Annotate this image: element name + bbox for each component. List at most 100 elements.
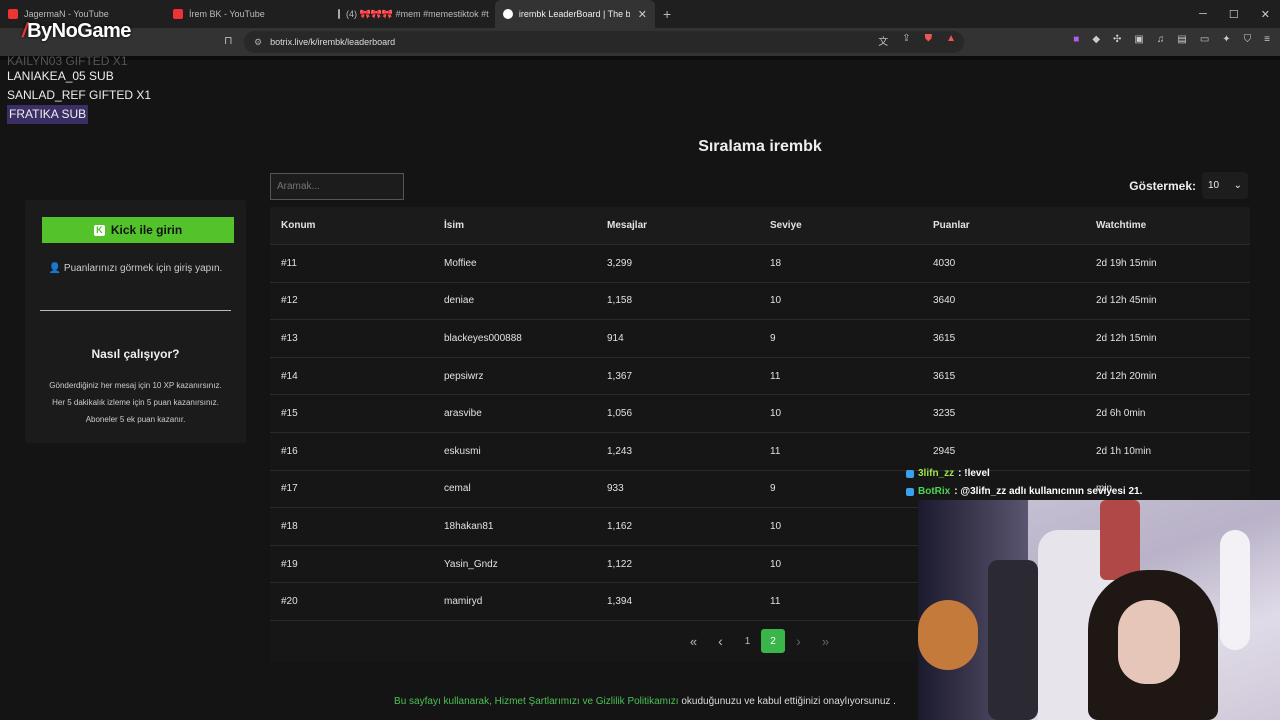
bynogame-logo: /ByNoGame	[22, 20, 131, 43]
table-cell: #18	[281, 520, 298, 532]
column-header[interactable]: Konum	[270, 220, 433, 231]
chat-user: BotRix	[918, 486, 951, 497]
next-page-button[interactable]: ›	[785, 629, 812, 653]
terms-link[interactable]: Bu sayfayı kullanarak, Hizmet Şartlarımı…	[394, 696, 679, 707]
puzzle-icon[interactable]: ✣	[1113, 34, 1121, 45]
table-cell: #12	[281, 295, 298, 307]
table-cell: #20	[281, 596, 298, 608]
maximize-icon[interactable]: ☐	[1229, 8, 1239, 21]
table-cell: 18hakan81	[444, 520, 494, 532]
table-cell: 10	[770, 295, 782, 307]
tab-tiktok[interactable]: (4) 🎀🎀🎀 #mem #memestiktok #t	[330, 0, 495, 28]
tab-title: irembk LeaderBoard | The best C	[518, 9, 630, 19]
table-cell: cemal	[444, 483, 471, 495]
minimize-icon[interactable]: ─	[1199, 8, 1207, 20]
table-cell: 2d 19h 15min	[1096, 257, 1157, 269]
table-cell: mamiryd	[444, 596, 483, 608]
alert-item: LANIAKEA_05 SUB	[7, 69, 114, 83]
window-controls: ─ ☐ ✕	[1199, 0, 1270, 28]
tab-title: JagermaN - YouTube	[24, 9, 109, 19]
user-icon: 👤	[48, 263, 62, 274]
table-cell: arasvibe	[444, 408, 482, 420]
screenshot-icon[interactable]: ▣	[1134, 34, 1143, 45]
page-size-control: Göstermek: 10 ⌄	[1129, 172, 1248, 199]
alert-item-highlight: FRATIKA SUB	[7, 105, 89, 124]
page-1-button[interactable]: 1	[734, 629, 761, 653]
table-cell: 1,394	[607, 596, 633, 608]
table-cell: #19	[281, 558, 298, 570]
table-cell: 1,056	[607, 408, 633, 420]
column-header[interactable]: Puanlar	[922, 220, 1085, 231]
tiktok-icon	[338, 9, 340, 19]
badge-icon	[906, 470, 914, 478]
table-cell: 2d 12h 20min	[1096, 370, 1157, 382]
tab-youtube-irem[interactable]: İrem BK - YouTube	[165, 0, 330, 28]
current-page-button[interactable]: 2	[761, 629, 785, 653]
table-cell: 4030	[933, 257, 956, 269]
table-row: #15 arasvibe 1,056 10 3235 2d 6h 0min	[270, 395, 1250, 433]
login-hint-text: Puanlarınızı görmek için giriş yapın.	[63, 263, 223, 274]
webcam-overlay	[918, 500, 1280, 720]
table-header: Konum İsim Mesajlar Seviye Puanlar Watch…	[270, 207, 1250, 245]
chat-overlay: 3lifn_zz : !level BotRix : @3lifn_zz adl…	[906, 465, 1142, 501]
stream-alerts: KAILYN03 GIFTED X1 LANIAKEA_05 SUB SANLA…	[6, 55, 152, 124]
first-page-button[interactable]: «	[680, 629, 707, 653]
chat-message: 3lifn_zz : !level	[906, 465, 1142, 483]
prev-page-button[interactable]: ‹	[707, 629, 734, 653]
close-window-icon[interactable]: ✕	[1261, 8, 1270, 21]
page-size-value: 10	[1208, 180, 1220, 191]
column-header[interactable]: Watchtime	[1085, 220, 1250, 231]
login-panel: K Kick ile girin 👤 Puanlarınızı görmek i…	[25, 200, 246, 443]
table-cell: 10	[770, 558, 782, 570]
table-cell: 933	[607, 483, 624, 495]
page-title: Sıralama irembk	[698, 138, 822, 155]
table-cell: #13	[281, 332, 298, 344]
wallet-icon[interactable]: ▭	[1200, 34, 1209, 45]
table-cell: 3640	[933, 295, 956, 307]
table-cell: 2d 6h 0min	[1096, 408, 1146, 420]
translate-icon[interactable]: 文	[878, 33, 888, 48]
table-row: #14 pepsiwrz 1,367 11 3615 2d 12h 20min	[270, 358, 1250, 396]
chat-message: BotRix : @3lifn_zz adlı kullanıcının sev…	[906, 483, 1142, 501]
leo-icon[interactable]: ✦	[1222, 34, 1230, 45]
column-header[interactable]: Seviye	[759, 220, 922, 231]
table-row: #11 Moffiee 3,299 18 4030 2d 19h 15min	[270, 245, 1250, 283]
rewards-icon[interactable]: ▲	[946, 33, 956, 48]
table-cell: deniae	[444, 295, 475, 307]
site-info-icon[interactable]: ⚙	[254, 37, 262, 48]
close-tab-icon[interactable]: ✕	[638, 8, 647, 21]
column-header[interactable]: İsim	[433, 220, 596, 231]
table-cell: 1,162	[607, 520, 633, 532]
table-cell: #14	[281, 370, 298, 382]
extension-icon[interactable]: ■	[1073, 34, 1079, 45]
table-cell: blackeyes000888	[444, 332, 522, 344]
page-size-select[interactable]: 10 ⌄	[1202, 172, 1248, 199]
table-cell: 2d 1h 10min	[1096, 445, 1152, 457]
media-icon[interactable]: ♫	[1157, 34, 1165, 45]
vpn-icon[interactable]: ⛉	[1244, 34, 1252, 45]
brave-shield-icon[interactable]: ⛊	[925, 33, 933, 48]
how-line: Aboneler 5 ek puan kazanır.	[85, 415, 186, 424]
column-header[interactable]: Mesajlar	[596, 220, 759, 231]
table-cell: Moffiee	[444, 257, 477, 269]
table-cell: 10	[770, 520, 782, 532]
table-cell: #17	[281, 483, 298, 495]
menu-icon[interactable]: ≡	[1264, 34, 1270, 45]
bookmark-icon[interactable]: ⊓	[224, 34, 233, 47]
page-size-label: Göstermek:	[1129, 178, 1196, 193]
url-field[interactable]: ⚙ botrix.live/k/irembk/leaderboard 文 ⇪ ⛊…	[244, 31, 964, 53]
kick-login-button[interactable]: K Kick ile girin	[42, 217, 234, 243]
last-page-button[interactable]: »	[812, 629, 839, 653]
table-cell: pepsiwrz	[444, 370, 484, 382]
table-cell: Yasin_Gndz	[444, 558, 498, 570]
extension-icon[interactable]: ◆	[1092, 34, 1100, 45]
search-input[interactable]	[270, 173, 404, 200]
table-cell: 1,367	[607, 370, 633, 382]
new-tab-button[interactable]: +	[655, 0, 679, 28]
footer-text: okuduğunuzu ve kabul ettiğinizi onaylıyo…	[678, 696, 896, 707]
sidebar-icon[interactable]: ▤	[1177, 34, 1186, 45]
share-icon[interactable]: ⇪	[902, 33, 910, 48]
tab-leaderboard[interactable]: irembk LeaderBoard | The best C ✕	[495, 0, 655, 28]
table-cell: 3615	[933, 370, 956, 382]
chat-text: : !level	[958, 468, 990, 479]
